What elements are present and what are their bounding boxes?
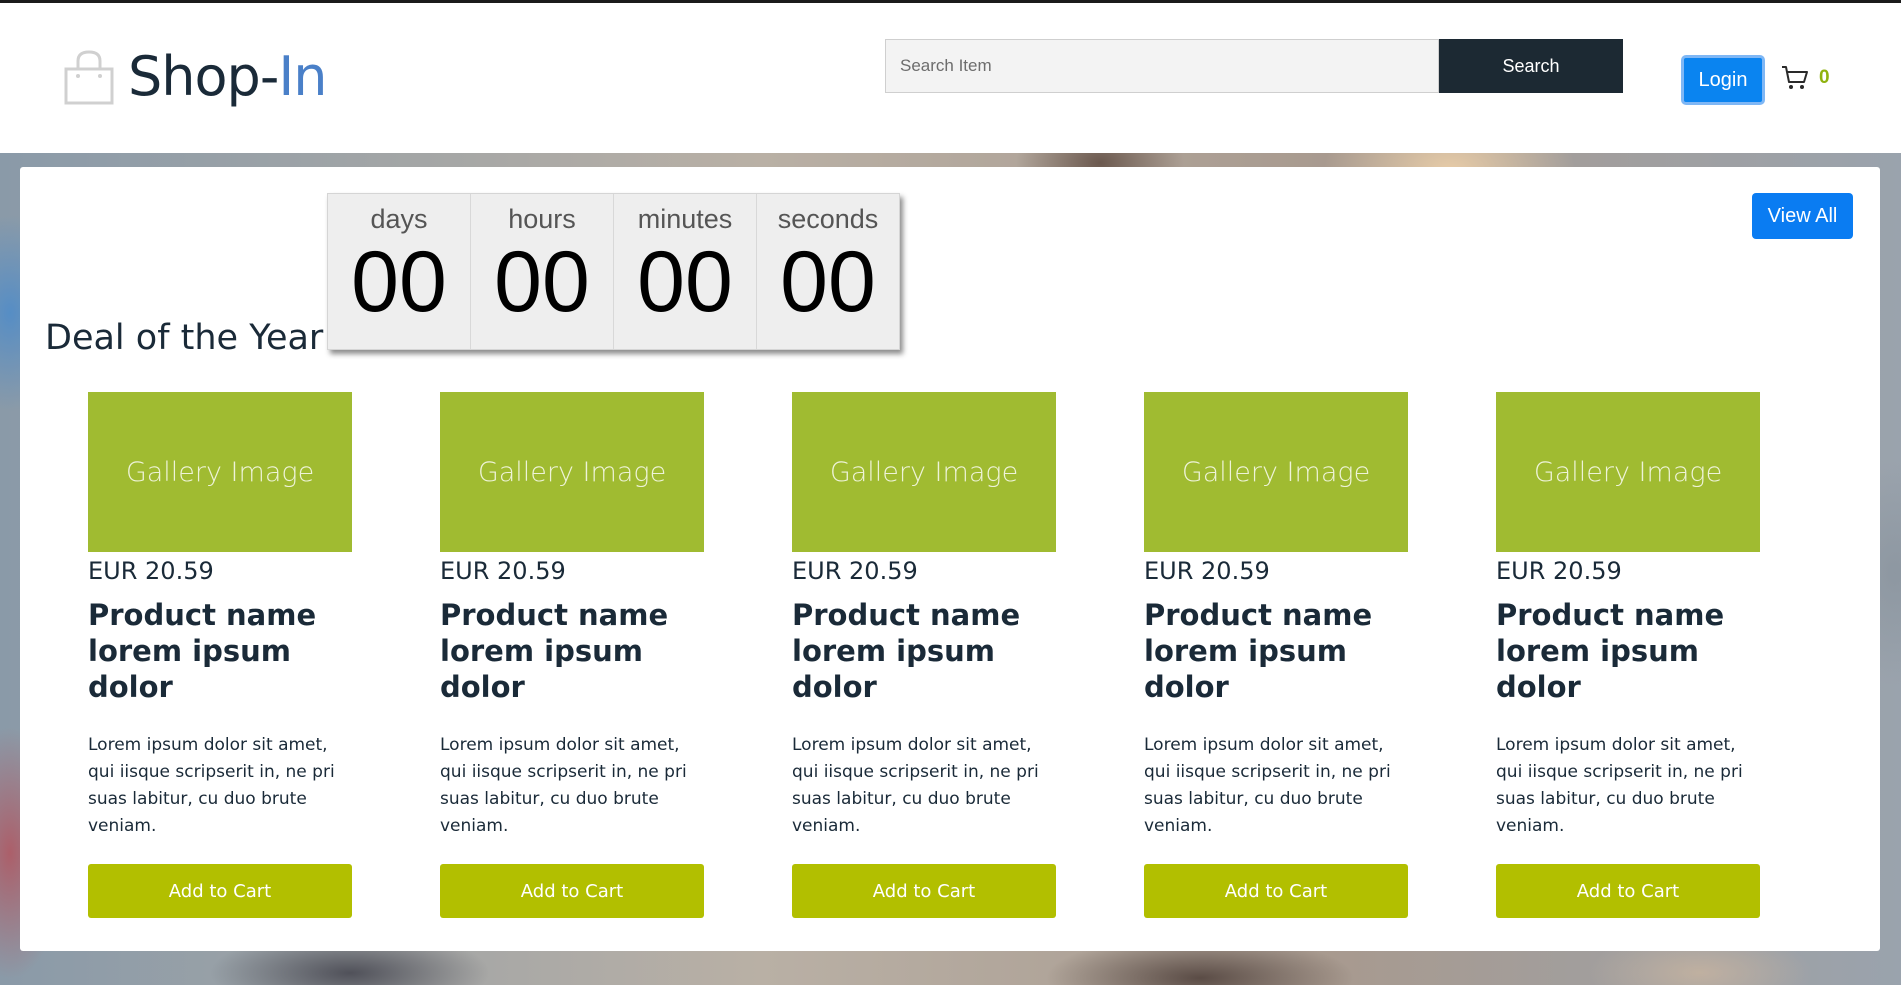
product-description: Lorem ipsum dolor sit amet, qui iisque s… bbox=[440, 735, 687, 836]
product-price: EUR 20.59 bbox=[1496, 557, 1622, 585]
product-description: Lorem ipsum dolor sit amet, qui iisque s… bbox=[1144, 735, 1391, 836]
countdown-label: seconds bbox=[777, 204, 879, 234]
add-to-cart-button[interactable]: Add to Cart bbox=[88, 864, 352, 918]
add-to-cart-button[interactable]: Add to Cart bbox=[1144, 864, 1408, 918]
add-to-cart-button[interactable]: Add to Cart bbox=[440, 864, 704, 918]
countdown-seconds: seconds 00 bbox=[757, 194, 899, 349]
product-list: Gallery Image EUR 20.59 Product name lor… bbox=[88, 392, 1760, 918]
login-button[interactable]: Login bbox=[1681, 55, 1765, 105]
countdown-days: days 00 bbox=[328, 194, 471, 349]
cart-icon bbox=[1782, 66, 1808, 89]
countdown-label: minutes bbox=[637, 204, 733, 234]
brand-logo[interactable]: Shop-In bbox=[62, 45, 327, 108]
countdown-value: 00 bbox=[637, 234, 733, 330]
countdown-hours: hours 00 bbox=[471, 194, 614, 349]
product-image[interactable]: Gallery Image bbox=[88, 392, 352, 552]
brand-name-prefix: Shop- bbox=[128, 45, 279, 108]
product-price: EUR 20.59 bbox=[440, 557, 566, 585]
product-description: Lorem ipsum dolor sit amet, qui iisque s… bbox=[88, 735, 335, 836]
cart-link[interactable]: 0 bbox=[1781, 65, 1830, 91]
product-price: EUR 20.59 bbox=[1144, 557, 1270, 585]
site-header: Shop-In Search Login 0 bbox=[0, 3, 1901, 153]
brand-name: Shop-In bbox=[128, 45, 327, 108]
product-card: Gallery Image EUR 20.59 Product name lor… bbox=[1144, 392, 1408, 918]
product-card: Gallery Image EUR 20.59 Product name lor… bbox=[792, 392, 1056, 918]
product-name[interactable]: Product name lorem ipsum dolor bbox=[792, 597, 1056, 705]
product-card: Gallery Image EUR 20.59 Product name lor… bbox=[88, 392, 352, 918]
search-input[interactable] bbox=[885, 39, 1439, 93]
deal-title: Deal of the Year bbox=[45, 318, 324, 358]
countdown-value: 00 bbox=[351, 234, 447, 330]
search-button[interactable]: Search bbox=[1439, 39, 1623, 93]
product-name[interactable]: Product name lorem ipsum dolor bbox=[1144, 597, 1408, 705]
countdown-label: days bbox=[370, 204, 428, 234]
add-to-cart-button[interactable]: Add to Cart bbox=[1496, 864, 1760, 918]
countdown-value: 00 bbox=[780, 234, 876, 330]
countdown-label: hours bbox=[508, 204, 576, 234]
product-description: Lorem ipsum dolor sit amet, qui iisque s… bbox=[1496, 735, 1743, 836]
product-price: EUR 20.59 bbox=[88, 557, 214, 585]
product-card: Gallery Image EUR 20.59 Product name lor… bbox=[1496, 392, 1760, 918]
product-image[interactable]: Gallery Image bbox=[1496, 392, 1760, 552]
brand-name-suffix: In bbox=[278, 45, 327, 108]
countdown-minutes: minutes 00 bbox=[614, 194, 757, 349]
add-to-cart-button[interactable]: Add to Cart bbox=[792, 864, 1056, 918]
product-image[interactable]: Gallery Image bbox=[1144, 392, 1408, 552]
shopping-bag-icon bbox=[64, 49, 114, 104]
product-name[interactable]: Product name lorem ipsum dolor bbox=[1496, 597, 1760, 705]
product-image[interactable]: Gallery Image bbox=[792, 392, 1056, 552]
product-image[interactable]: Gallery Image bbox=[440, 392, 704, 552]
product-price: EUR 20.59 bbox=[792, 557, 918, 585]
search-bar: Search bbox=[885, 39, 1623, 93]
view-all-button[interactable]: View All bbox=[1752, 193, 1853, 239]
product-name[interactable]: Product name lorem ipsum dolor bbox=[440, 597, 704, 705]
product-card: Gallery Image EUR 20.59 Product name lor… bbox=[440, 392, 704, 918]
countdown-value: 00 bbox=[494, 234, 590, 330]
product-description: Lorem ipsum dolor sit amet, qui iisque s… bbox=[792, 735, 1039, 836]
product-name[interactable]: Product name lorem ipsum dolor bbox=[88, 597, 352, 705]
countdown-timer: days 00 hours 00 minutes 00 seconds 00 bbox=[327, 193, 900, 350]
cart-count: 0 bbox=[1819, 67, 1830, 88]
